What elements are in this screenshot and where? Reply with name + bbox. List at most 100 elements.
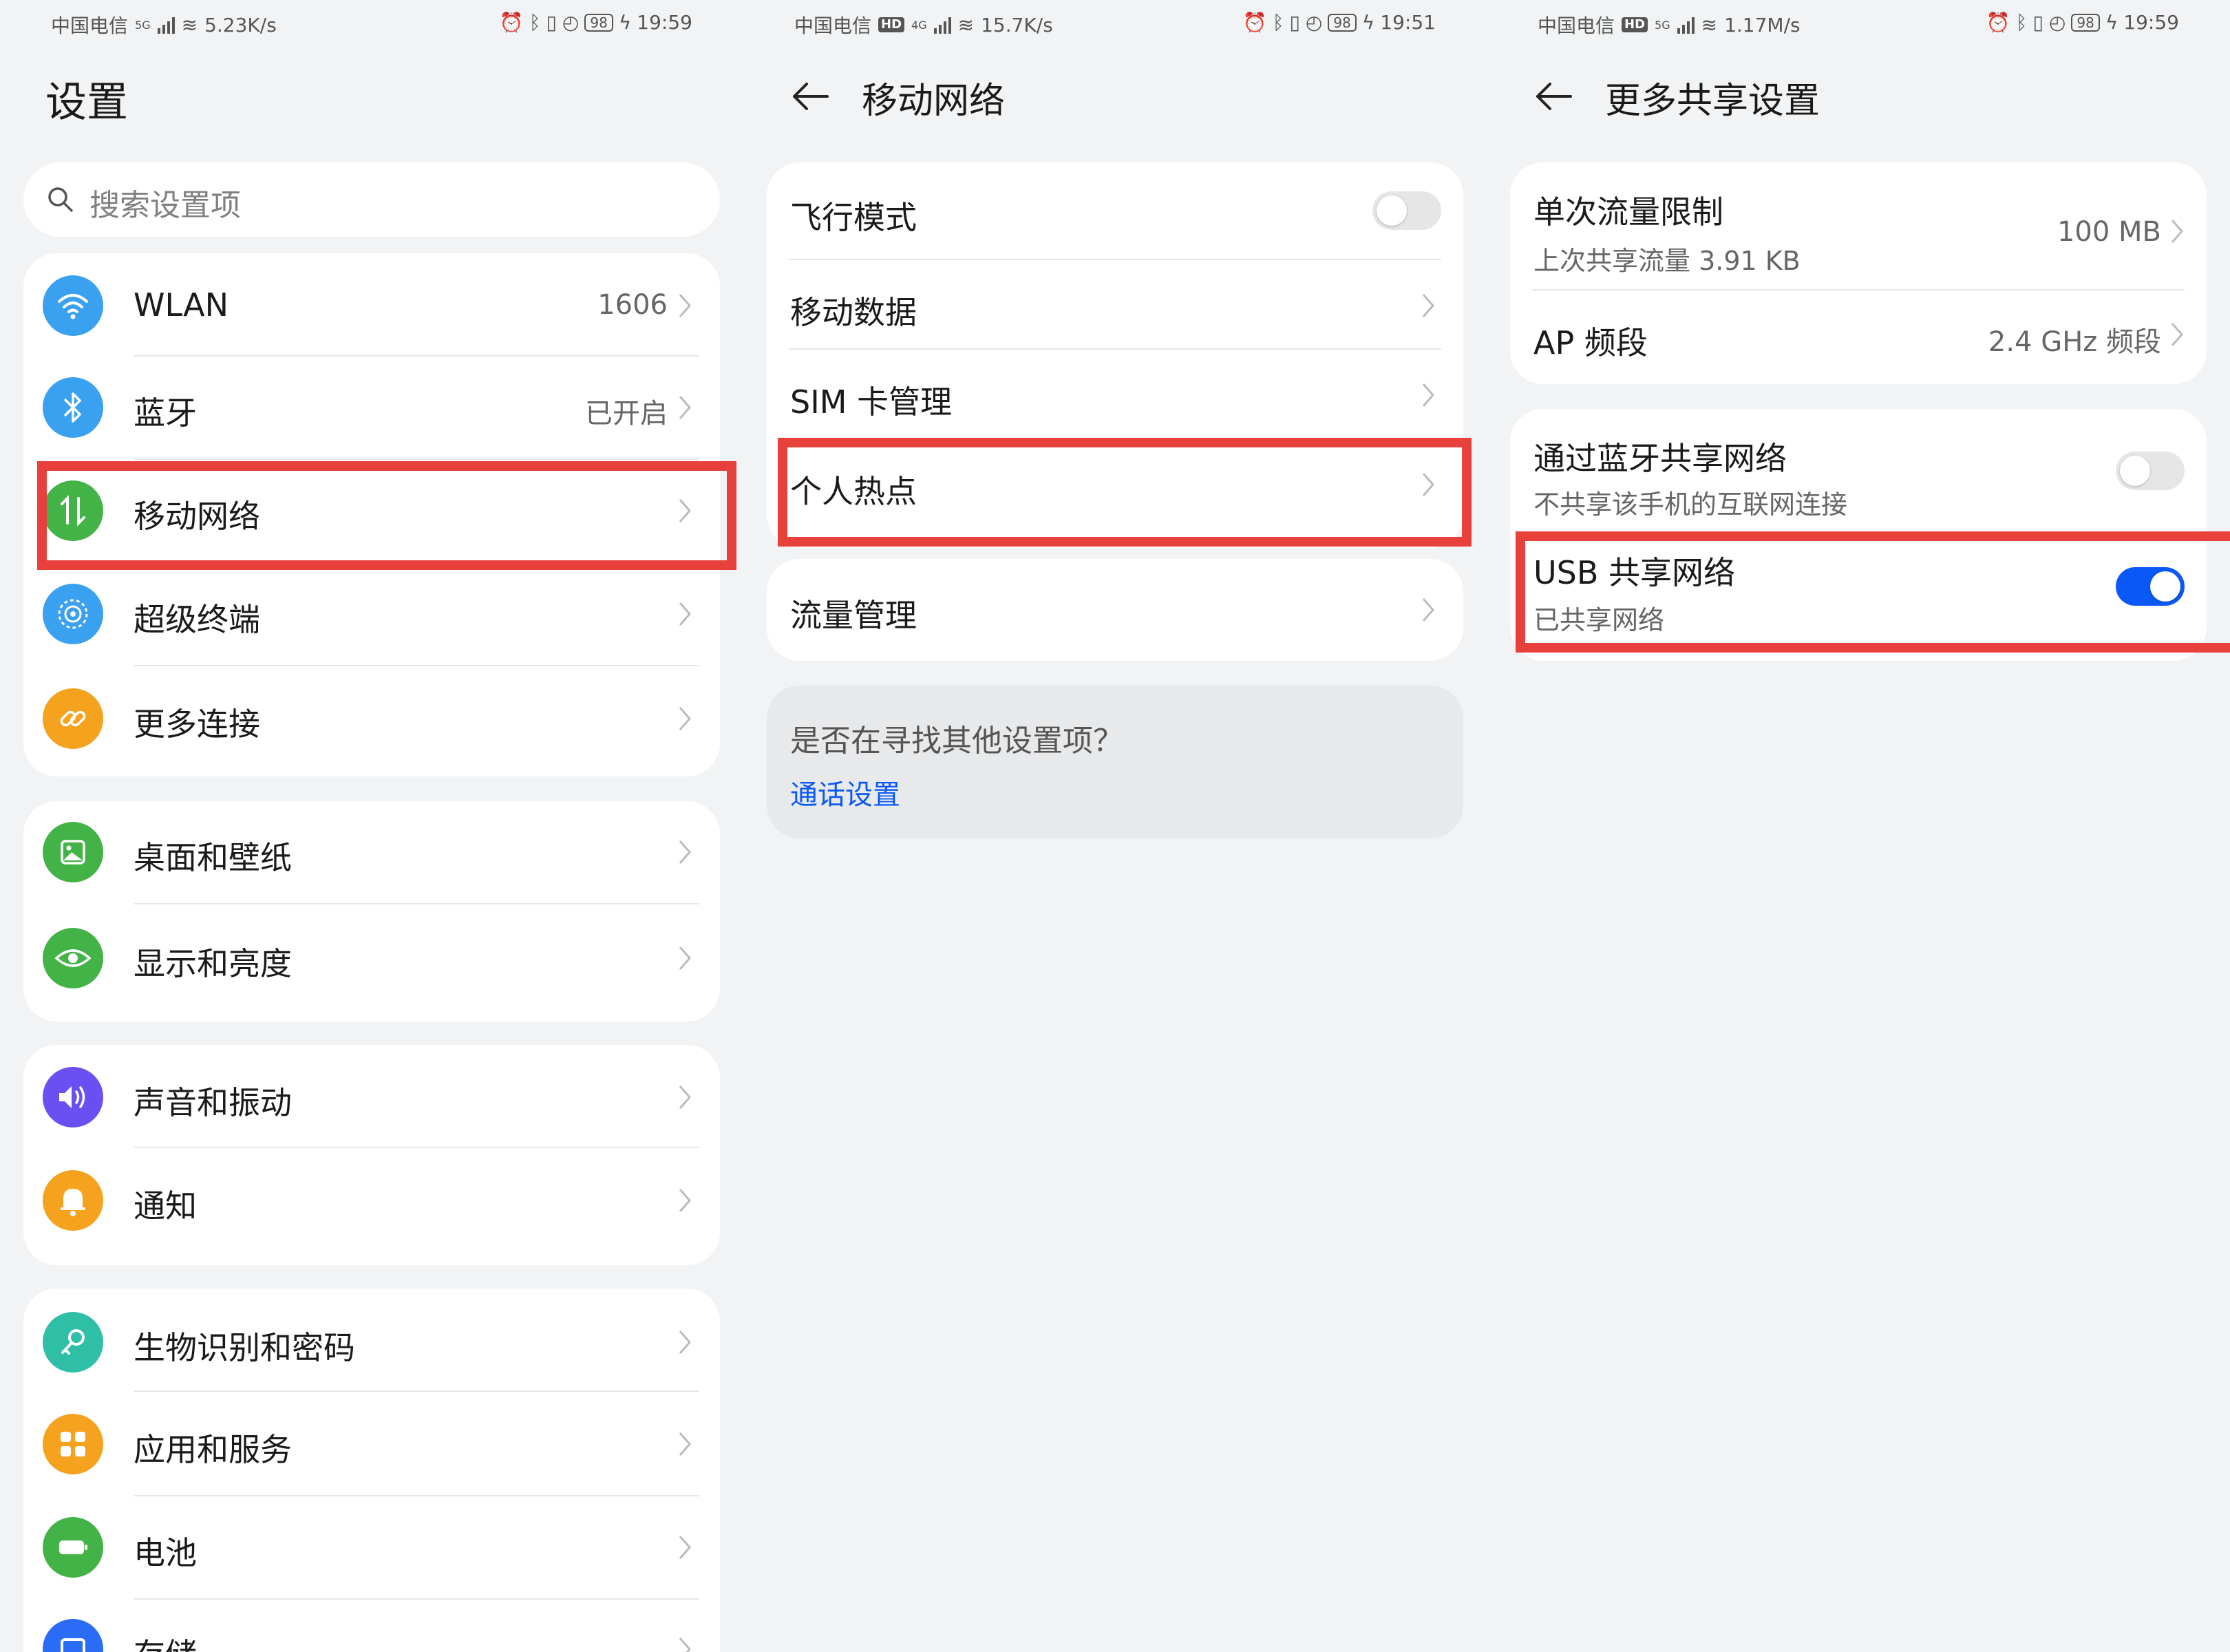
search-icon: [48, 187, 73, 212]
hd-badge: HD: [878, 17, 905, 32]
chevron-right-icon: [679, 1086, 691, 1109]
chevron-right-icon: [679, 946, 691, 970]
row-label: 通过蓝牙共享网络: [1533, 440, 1787, 477]
ap-band-row[interactable]: AP 频段 2.4 GHz 频段: [1510, 290, 2207, 384]
settings-item-label: 显示和亮度: [134, 945, 292, 982]
settings-item-battery[interactable]: 电池: [23, 1496, 720, 1600]
settings-group-sound: 声音和振动 通知: [23, 1045, 720, 1265]
nfc-icon: ◴: [1305, 11, 1323, 34]
bluetooth-status-icon: ᛒ: [1272, 11, 1284, 34]
signal-icon: [1677, 16, 1695, 34]
settings-item-more-connections[interactable]: 更多连接: [23, 666, 720, 776]
row-label: 流量管理: [790, 597, 917, 634]
page-title: 移动网络: [862, 81, 1006, 122]
signal-icon: [157, 16, 175, 34]
settings-item-label: 存储: [134, 1630, 197, 1652]
settings-item-display[interactable]: 显示和亮度: [23, 904, 720, 1021]
wallpaper-icon: [43, 822, 103, 882]
traffic-card: 流量管理: [767, 559, 1463, 661]
settings-item-notifications[interactable]: 通知: [23, 1148, 720, 1265]
airplane-mode-row[interactable]: 飞行模式: [767, 162, 1463, 260]
row-label: SIM 卡管理: [790, 383, 953, 421]
settings-item-label: 电池: [134, 1534, 197, 1571]
settings-item-apps[interactable]: 应用和服务: [23, 1392, 720, 1496]
chevron-right-icon: [1422, 383, 1434, 407]
row-label: 移动数据: [790, 294, 917, 331]
alarm-icon: ⏰: [499, 11, 524, 34]
eye-icon: [43, 928, 103, 988]
settings-item-super-device[interactable]: 超级终端: [23, 563, 720, 666]
row-value: 2.4 GHz 频段: [1988, 326, 2161, 358]
highlight-box: [778, 438, 1472, 547]
status-bar: 中国电信 HD 5G ≋ 1.17M/s ⏰ ᛒ ▯ ◴ 98 ϟ 19:59: [1487, 0, 2230, 45]
mobile-data-row[interactable]: 移动数据: [767, 260, 1463, 350]
settings-item-biometrics[interactable]: 生物识别和密码: [23, 1289, 720, 1392]
row-label: 单次流量限制: [1533, 193, 1723, 231]
sim-management-row[interactable]: SIM 卡管理: [767, 350, 1463, 439]
network-type: 5G: [135, 18, 151, 32]
battery-status-icon: 98: [584, 13, 613, 32]
settings-item-value: 已开启: [585, 398, 668, 430]
settings-item-bluetooth[interactable]: 蓝牙 已开启: [23, 357, 720, 460]
settings-item-label: 通知: [134, 1187, 197, 1225]
nfc-icon: ◴: [2048, 11, 2066, 34]
airplane-mode-toggle[interactable]: [1372, 191, 1441, 230]
status-bar: 中国电信 HD 4G ≋ 15.7K/s ⏰ ᛒ ▯ ◴ 98 ϟ 19:51: [743, 0, 1487, 45]
chevron-right-icon: [679, 840, 691, 864]
network-type: 5G: [1655, 18, 1670, 32]
row-label: 飞行模式: [790, 199, 917, 236]
mobile-network-panel: 中国电信 HD 4G ≋ 15.7K/s ⏰ ᛒ ▯ ◴ 98 ϟ 19:51 …: [743, 0, 1487, 1652]
carrier-label: 中国电信: [794, 14, 872, 37]
super-device-icon: [43, 584, 103, 644]
settings-item-storage[interactable]: 存储: [23, 1600, 720, 1652]
page-title: 更多共享设置: [1605, 81, 1820, 122]
net-speed: 1.17M/s: [1724, 13, 1801, 36]
settings-item-value: 1606: [597, 289, 668, 321]
chevron-right-icon: [1422, 294, 1434, 317]
settings-item-label: 生物识别和密码: [134, 1329, 355, 1366]
traffic-limit-row[interactable]: 单次流量限制 上次共享流量 3.91 KB 100 MB: [1510, 162, 2207, 290]
chevron-right-icon: [2171, 323, 2183, 346]
charging-icon: ϟ: [2105, 11, 2118, 34]
back-arrow-icon[interactable]: [789, 74, 833, 118]
bluetooth-status-icon: ᛒ: [529, 11, 541, 34]
settings-group-system: 生物识别和密码 应用和服务 电池 存储: [23, 1289, 720, 1652]
bluetooth-tethering-toggle[interactable]: [2116, 452, 2185, 490]
storage-icon: [43, 1619, 103, 1652]
vibrate-icon: ▯: [546, 11, 557, 34]
alarm-icon: ⏰: [1986, 11, 2010, 34]
page-title: 设置: [45, 78, 128, 127]
settings-item-wallpaper[interactable]: 桌面和壁纸: [23, 801, 720, 904]
row-subtitle: 不共享该手机的互联网连接: [1533, 489, 1848, 520]
settings-item-sound[interactable]: 声音和振动: [23, 1045, 720, 1148]
traffic-management-row[interactable]: 流量管理: [767, 559, 1463, 661]
settings-item-label: WLAN: [134, 286, 229, 324]
chevron-right-icon: [679, 602, 691, 626]
link-icon: [43, 688, 103, 749]
clock: 19:59: [2123, 11, 2179, 34]
settings-item-label: 更多连接: [134, 706, 260, 743]
settings-item-label: 应用和服务: [134, 1431, 292, 1468]
chevron-right-icon: [679, 707, 691, 730]
status-bar: 中国电信 5G ≋ 5.23K/s ⏰ ᛒ ▯ ◴ 98 ϟ 19:59: [0, 0, 743, 45]
bluetooth-tethering-row[interactable]: 通过蓝牙共享网络 不共享该手机的互联网连接: [1510, 409, 2207, 531]
bell-icon: [43, 1170, 103, 1231]
nfc-icon: ◴: [562, 11, 580, 34]
chevron-right-icon: [679, 1331, 691, 1354]
settings-panel: 中国电信 5G ≋ 5.23K/s ⏰ ᛒ ▯ ◴ 98 ϟ 19:59 设置 …: [0, 0, 743, 1652]
suggestion-question: 是否在寻找其他设置项？: [790, 723, 1123, 759]
net-speed: 15.7K/s: [981, 13, 1053, 36]
settings-item-wlan[interactable]: WLAN 1606: [23, 253, 720, 357]
search-input[interactable]: 搜索设置项: [23, 162, 720, 237]
charging-icon: ϟ: [1361, 11, 1375, 34]
alarm-icon: ⏰: [1242, 11, 1267, 34]
battery-status-icon: 98: [1328, 13, 1357, 32]
call-settings-link[interactable]: 通话设置: [790, 772, 900, 812]
chevron-right-icon: [679, 396, 691, 419]
bluetooth-icon: [43, 377, 103, 438]
back-arrow-icon[interactable]: [1532, 74, 1576, 118]
settings-group-display: 桌面和壁纸 显示和亮度: [23, 801, 720, 1021]
chevron-right-icon: [679, 1536, 691, 1559]
chevron-right-icon: [2171, 220, 2183, 243]
apps-icon: [43, 1414, 103, 1474]
